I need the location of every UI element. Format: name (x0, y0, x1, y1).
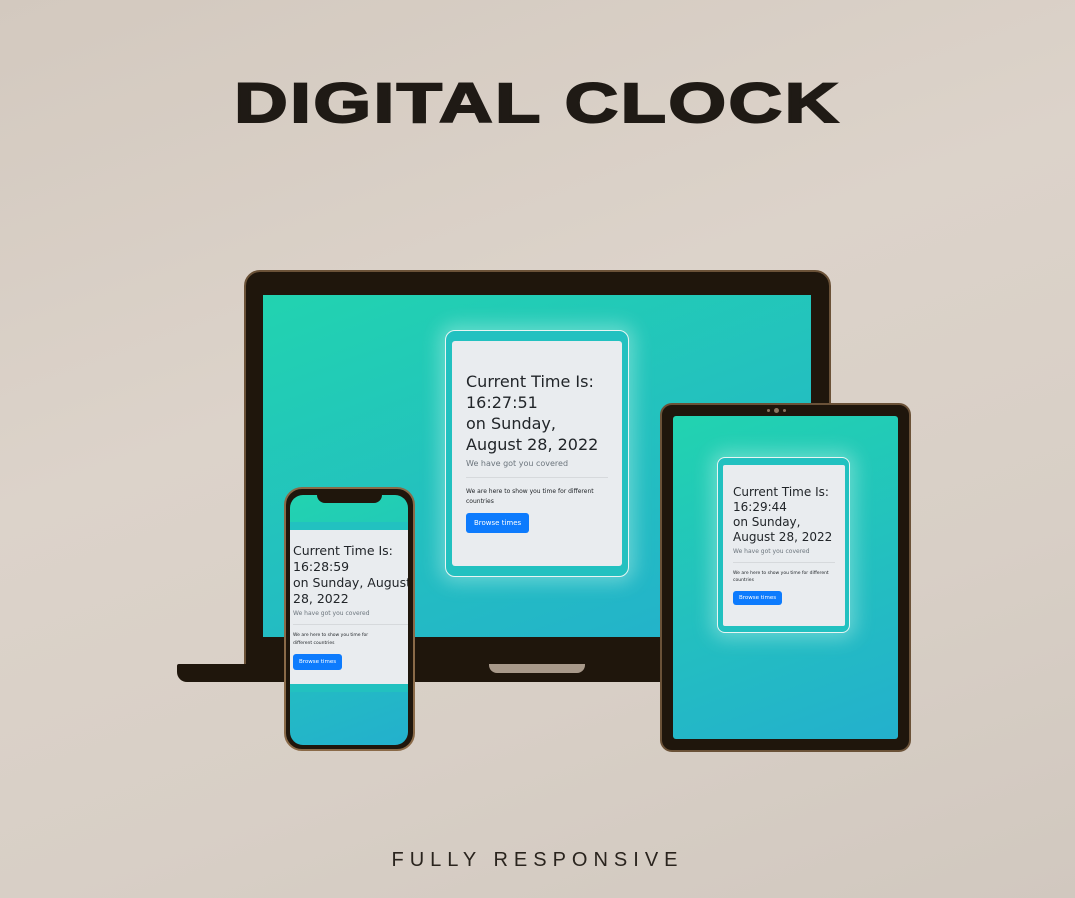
date-line-1: on Sunday, (733, 515, 801, 529)
date-line-2: 28, 2022 (293, 591, 349, 606)
description-text: We are here to show you time for differe… (466, 488, 594, 505)
phone-band-top (290, 522, 408, 530)
clock-heading: Current Time Is: 16:27:51 on Sunday, Aug… (466, 371, 608, 455)
browse-times-button[interactable]: Browse times (466, 513, 530, 533)
current-time: 16:29:44 (733, 500, 787, 514)
page-title: DIGITAL CLOCK (233, 70, 841, 135)
date-line-2: August 28, 2022 (466, 435, 599, 454)
phone-notch (317, 490, 382, 503)
phone-clock-card: Current Time Is: 16:28:59 on Sunday, Aug… (290, 530, 408, 684)
browse-times-button[interactable]: Browse times (293, 654, 343, 670)
tablet-camera-icon (764, 407, 788, 413)
clock-heading: Current Time Is: 16:29:44 on Sunday, Aug… (733, 485, 835, 545)
tablet-clock-card: Current Time Is: 16:29:44 on Sunday, Aug… (723, 465, 845, 626)
divider (733, 562, 835, 563)
current-time: 16:28:59 (293, 559, 350, 574)
lead-text: We have got you covered (293, 610, 370, 617)
clock-heading: Current Time Is: 16:28:59 on Sunday, Aug… (293, 543, 408, 607)
laptop-clock-card: Current Time Is: 16:27:51 on Sunday, Aug… (452, 341, 622, 566)
description-text: We are here to show you time for differe… (733, 571, 829, 583)
lead-text: We have got you covered (466, 459, 569, 468)
lead-text: We have got you covered (733, 548, 810, 555)
date-line-1: on Sunday, (466, 414, 556, 433)
date-line-2: August 28, 2022 (733, 530, 833, 544)
phone-band-bottom (290, 684, 408, 692)
heading-label: Current Time Is: (466, 372, 594, 391)
date-line-1: on Sunday, August (293, 575, 408, 590)
laptop-notch (489, 664, 585, 673)
divider (293, 624, 408, 625)
divider (466, 477, 608, 478)
current-time: 16:27:51 (466, 393, 538, 412)
description-text: We are here to show you time for differe… (293, 633, 369, 646)
subtitle: FULLY RESPONSIVE (391, 849, 684, 871)
heading-label: Current Time Is: (293, 543, 393, 558)
heading-label: Current Time Is: (733, 485, 829, 499)
browse-times-button[interactable]: Browse times (733, 591, 783, 605)
